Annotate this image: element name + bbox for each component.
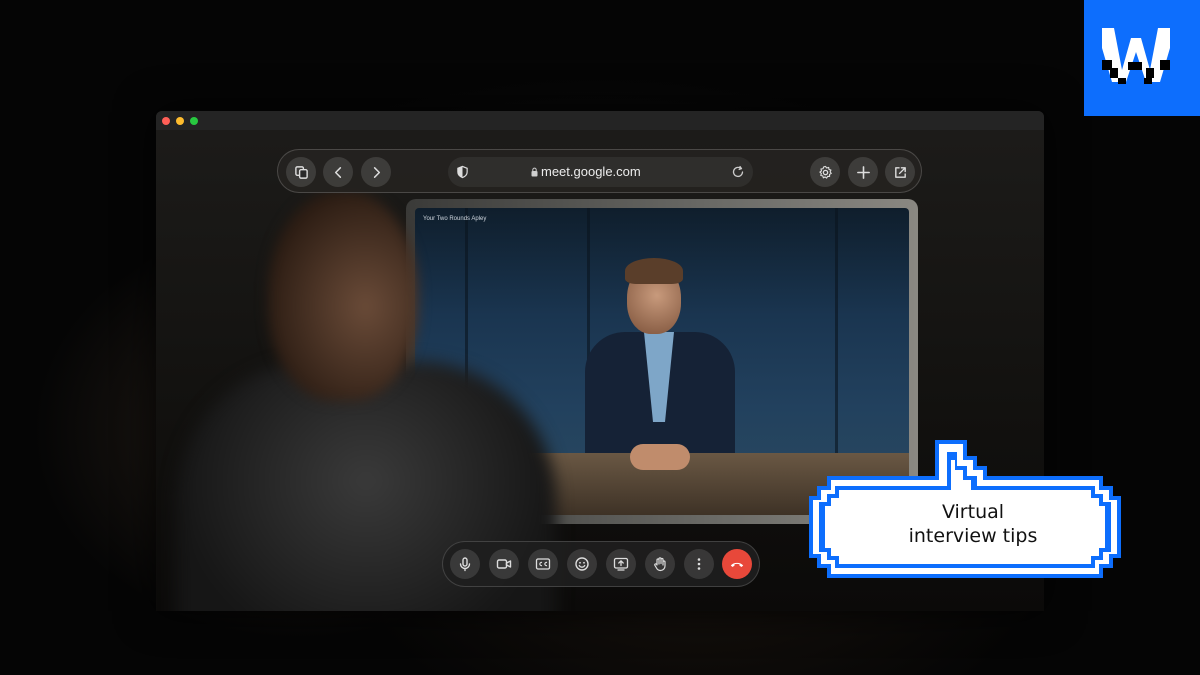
end-call-icon (730, 562, 744, 567)
w-logo (1084, 0, 1200, 116)
meeting-controls (442, 541, 760, 587)
settings-button[interactable] (810, 157, 840, 187)
more-options-button[interactable] (684, 549, 714, 579)
open-external-icon (894, 166, 906, 178)
bubble-text: Virtual interview tips (833, 500, 1113, 548)
raise-hand-icon (654, 557, 666, 572)
present-screen-icon (613, 557, 629, 571)
bubble-line-1: Virtual (941, 501, 1005, 523)
speech-bubble: Virtual interview tips (805, 430, 1125, 585)
minimize-window-button[interactable] (176, 117, 184, 125)
emoji-button[interactable] (567, 549, 597, 579)
microphone-button[interactable] (450, 549, 480, 579)
address-bar[interactable]: meet.google.com (448, 157, 753, 187)
close-window-button[interactable] (162, 117, 170, 125)
captions-icon (535, 558, 551, 570)
present-screen-button[interactable] (606, 549, 636, 579)
shield-icon (457, 165, 468, 179)
more-options-icon (697, 558, 701, 570)
emoji-icon (575, 557, 589, 571)
maximize-window-button[interactable] (190, 117, 198, 125)
camera-button[interactable] (489, 549, 519, 579)
forward-button[interactable] (361, 157, 391, 187)
lock-icon (531, 167, 538, 177)
url-text: meet.google.com (541, 164, 641, 179)
forward-icon (373, 166, 380, 178)
back-button[interactable] (323, 157, 353, 187)
mini-status-pill: 14:7:N (441, 467, 511, 481)
tabs-icon (294, 165, 308, 179)
reload-icon[interactable] (731, 165, 745, 179)
window-titlebar (156, 111, 1044, 130)
end-call-button[interactable] (722, 549, 752, 579)
w-logo-icon (1102, 28, 1170, 84)
participant-name-label: Your Two Rounds Apley (423, 216, 487, 222)
raise-hand-button[interactable] (645, 549, 675, 579)
open-external-button[interactable] (885, 157, 915, 187)
browser-toolbar: meet.google.com (277, 149, 922, 193)
new-tab-button[interactable] (848, 157, 878, 187)
tabs-button[interactable] (286, 157, 316, 187)
new-tab-icon (856, 165, 870, 179)
captions-button[interactable] (528, 549, 558, 579)
microphone-icon (459, 557, 471, 572)
bubble-line-2: interview tips (908, 525, 1038, 547)
camera-icon (496, 559, 512, 569)
settings-icon (818, 165, 832, 179)
back-icon (334, 166, 341, 178)
